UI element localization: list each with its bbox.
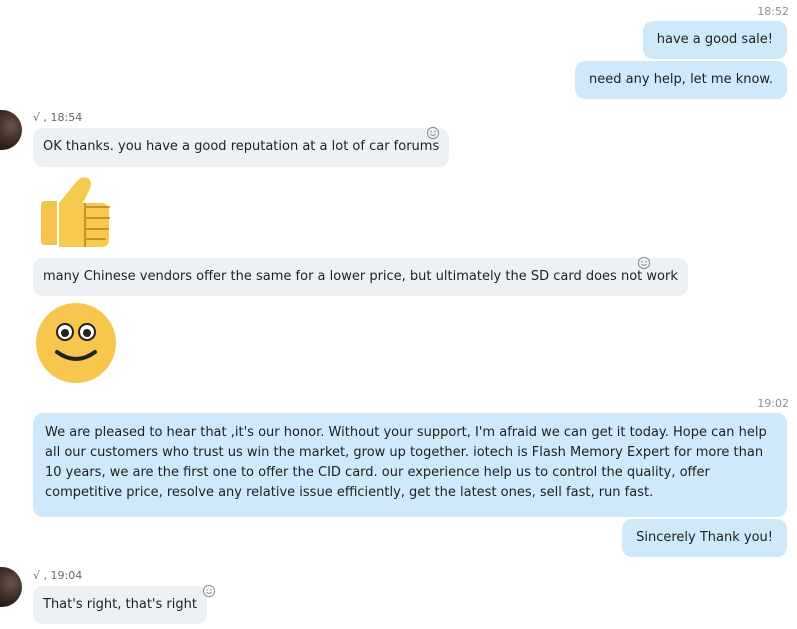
- add-reaction-smiley-icon[interactable]: [426, 126, 440, 140]
- add-reaction-smiley-icon[interactable]: [637, 256, 651, 270]
- contact-avatar[interactable]: [0, 110, 22, 150]
- add-reaction-smiley-icon[interactable]: [202, 584, 216, 598]
- thumbs-up-emoji-icon[interactable]: [37, 173, 111, 251]
- message-timestamp: 18:52: [757, 5, 789, 18]
- sender-read-time: √ , 18:54: [33, 111, 83, 124]
- outgoing-message[interactable]: need any help, let me know.: [575, 61, 787, 99]
- outgoing-message[interactable]: We are pleased to hear that ,it's our ho…: [33, 413, 787, 517]
- message-timestamp: 19:02: [757, 397, 789, 410]
- outgoing-message[interactable]: have a good sale!: [642, 21, 787, 59]
- contact-avatar[interactable]: [0, 567, 22, 607]
- chat-history: 18:52 have a good sale! need any help, l…: [0, 0, 797, 629]
- incoming-message[interactable]: That's right, that's right: [33, 586, 207, 624]
- sender-read-time: √ , 19:04: [33, 569, 83, 582]
- incoming-message[interactable]: OK thanks. you have a good reputation at…: [33, 128, 450, 167]
- outgoing-message[interactable]: Sincerely Thank you!: [622, 519, 787, 557]
- incoming-message[interactable]: many Chinese vendors offer the same for …: [33, 258, 688, 296]
- smiling-face-emoji-icon[interactable]: [35, 302, 117, 384]
